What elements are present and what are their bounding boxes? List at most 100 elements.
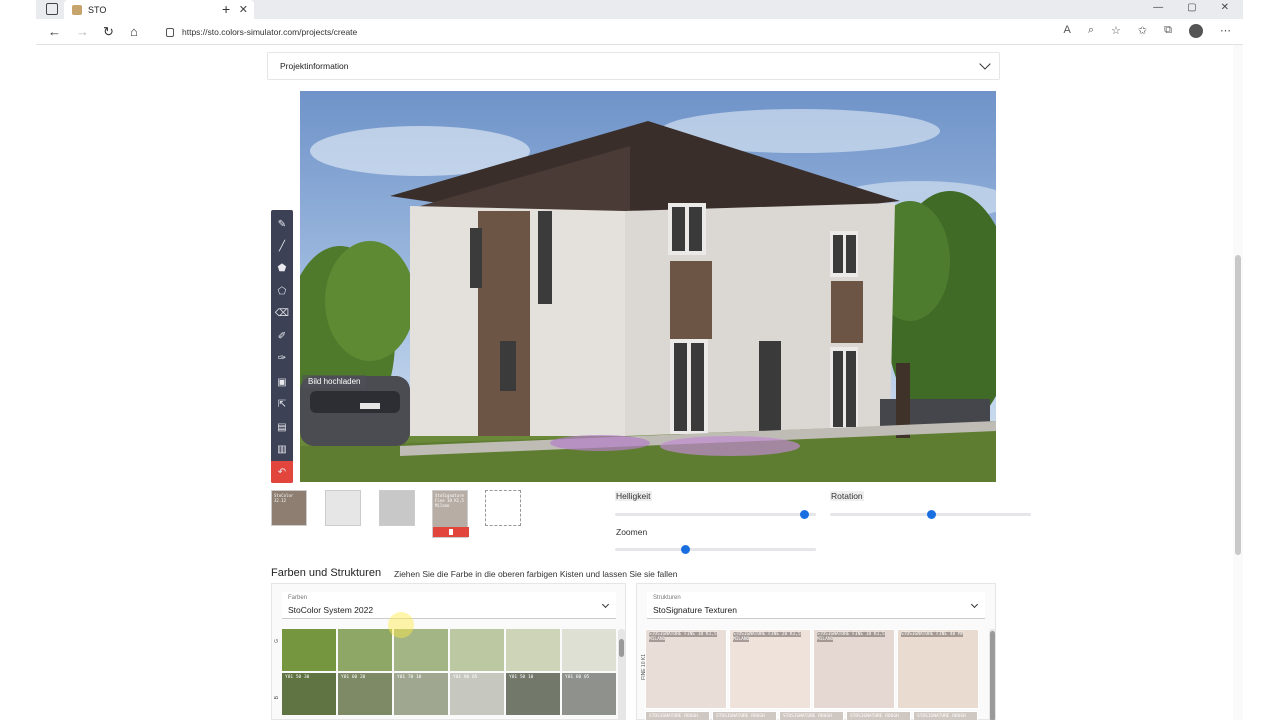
color-swatch[interactable]: Y01 50 10 [506,673,560,715]
profile-avatar[interactable] [1189,24,1203,38]
texture-code: STOSIGNATURE ROUGH [649,714,698,719]
close-tab-icon[interactable]: ✕ [239,3,248,16]
page-content: Projektinformation ✎ ╱ ⬟ ⬠ ⌫ ✐ ✑ ▣ ⇱ ▤ ▥… [267,52,1031,720]
color-swatch[interactable] [338,629,392,671]
swatch-slot-selected[interactable]: StoSignature Fine 10 K1,5 Milano [432,490,469,538]
browser-window: STO ✕ + — ▢ ✕ ← → ↻ ⌂ https://sto.colors… [36,0,1243,720]
swatch-code: StoColor 32.12 [274,493,294,503]
texture-code: STOSIGNATURE FINE 10 K1,5 MILANO [649,632,717,642]
colors-select[interactable]: Farben StoColor System 2022 [282,592,616,619]
texture-swatch[interactable]: STOSIGNATURE ROUGH [779,711,844,720]
color-swatch-code: Y01 50 30 [285,675,310,680]
colors-scroll-thumb[interactable] [619,639,624,657]
eraser-icon[interactable]: ⌫ [271,302,293,324]
favorites-icon[interactable]: ✩ [1138,24,1147,38]
undo-icon[interactable]: ↶ [271,461,293,483]
delete-swatch-icon[interactable] [433,527,469,537]
color-swatch[interactable]: Y01 60 20 [338,673,392,715]
refresh-icon[interactable]: ↻ [103,24,114,40]
chevron-down-icon [970,600,979,609]
color-group-label: G [274,639,280,643]
tab-actions-icon[interactable] [46,3,58,15]
page-scrollbar[interactable] [1233,45,1243,720]
more-icon[interactable]: ⋯ [1220,24,1231,38]
line-icon[interactable]: ╱ [271,235,293,257]
color-swatch-code: Y01 80 05 [453,675,478,680]
scrollbar-thumb[interactable] [1235,255,1241,555]
zoom-slider-thumb[interactable] [681,545,691,554]
texture-code: STOSIGNATURE ROUGH [917,714,966,719]
forward-icon[interactable]: → [76,24,89,39]
brush-icon[interactable]: ✐ [271,325,293,347]
favicon-icon [72,4,82,15]
browser-toolbar-icons: A ⌕ ☆ ✩ ⧉ ⋯ [1064,24,1231,38]
texture-code: STOSIGNATURE ROUGH [716,714,765,719]
back-icon[interactable]: ← [48,24,61,39]
polygon-outline-icon[interactable]: ⬠ [271,280,293,302]
color-swatch-code: Y01 70 10 [397,675,422,680]
colors-scrollbar[interactable] [618,629,625,720]
texture-swatch[interactable]: STOSIGNATURE FINE 10 K1,5 MILANO [813,629,895,709]
color-swatch[interactable]: Y01 50 30 [282,673,336,715]
zoom-slider[interactable] [615,545,816,554]
texture-swatch[interactable]: STOSIGNATURE ROUGH [645,711,710,720]
upload-tooltip: Bild hochladen [302,375,367,388]
structures-select[interactable]: Strukturen StoSignature Texturen [647,592,985,619]
color-swatch-code: Y01 60 05 [565,675,590,680]
maximize-button[interactable]: ▢ [1187,2,1196,13]
swatch-slot[interactable] [379,490,415,526]
zoom-icon[interactable]: ⌕ [1088,24,1094,38]
home-icon[interactable]: ⌂ [130,24,138,39]
color-group-label: B [274,696,280,700]
structures-scrollbar[interactable] [989,629,996,720]
swatch-slot[interactable]: StoColor 32.12 [271,490,307,526]
colors-select-label: Farben [288,595,308,601]
color-swatch[interactable] [450,629,504,671]
color-swatch[interactable] [506,629,560,671]
color-picker-icon[interactable]: ✑ [271,347,293,369]
texture-swatch[interactable]: STOSIGNATURE FINE 10 K1,5 MILANO [645,629,727,709]
export-icon[interactable]: ⇱ [271,393,293,415]
house-scene-image[interactable] [300,91,996,482]
pdf-icon[interactable]: ▥ [271,438,293,460]
color-swatch[interactable] [282,629,336,671]
minimize-button[interactable]: — [1153,2,1163,13]
color-swatch-code: Y01 50 10 [509,675,534,680]
section-hint: Ziehen Sie die Farbe in die oberen farbi… [394,569,678,579]
structures-scroll-thumb[interactable] [990,631,995,720]
project-info-accordion[interactable]: Projektinformation [267,52,1000,80]
color-swatch[interactable]: Y01 60 05 [562,673,616,715]
image-upload-icon[interactable]: ▣ [271,371,293,393]
texture-swatch[interactable]: STOSIGNATURE FINE 20 K1,5 MILANO [729,629,811,709]
address-bar: ← → ↻ ⌂ https://sto.colors-simulator.com… [36,19,1243,45]
read-aloud-icon[interactable]: A [1064,24,1071,38]
color-swatch[interactable]: Y01 70 10 [394,673,448,715]
lock-icon [166,27,174,37]
swatch-slot-empty[interactable] [485,490,521,526]
texture-code: STOSIGNATURE FINE 40 MP [901,632,964,637]
save-icon[interactable]: ▤ [271,416,293,438]
texture-swatch[interactable]: STOSIGNATURE FINE 40 MP [897,629,979,709]
polygon-fill-icon[interactable]: ⬟ [271,257,293,279]
add-favorite-icon[interactable]: ☆ [1111,24,1121,38]
url-field[interactable]: https://sto.colors-simulator.com/project… [156,23,1036,41]
swatch-slot[interactable] [325,490,361,526]
color-swatch[interactable] [562,629,616,671]
texture-code: STOSIGNATURE FINE 10 K1,5 MILANO [817,632,885,642]
brightness-slider-thumb[interactable] [799,510,809,519]
new-tab-button[interactable]: + [222,1,230,17]
rotation-slider[interactable] [830,510,1031,519]
cursor-highlight [388,612,414,638]
brightness-slider[interactable] [615,510,816,519]
rotation-slider-thumb[interactable] [926,510,936,519]
close-window-button[interactable]: ✕ [1221,2,1229,13]
texture-swatch[interactable]: STOSIGNATURE ROUGH [846,711,911,720]
structures-select-label: Strukturen [653,595,681,601]
pencil-icon[interactable]: ✎ [271,213,293,235]
chevron-down-icon [601,600,610,609]
texture-swatch[interactable]: STOSIGNATURE ROUGH [712,711,777,720]
swatch-code: StoSignature Fine 10 K1,5 Milano [435,493,464,508]
texture-swatch[interactable]: STOSIGNATURE ROUGH [913,711,978,720]
color-swatch[interactable]: Y01 80 05 [450,673,504,715]
collections-icon[interactable]: ⧉ [1164,24,1172,38]
